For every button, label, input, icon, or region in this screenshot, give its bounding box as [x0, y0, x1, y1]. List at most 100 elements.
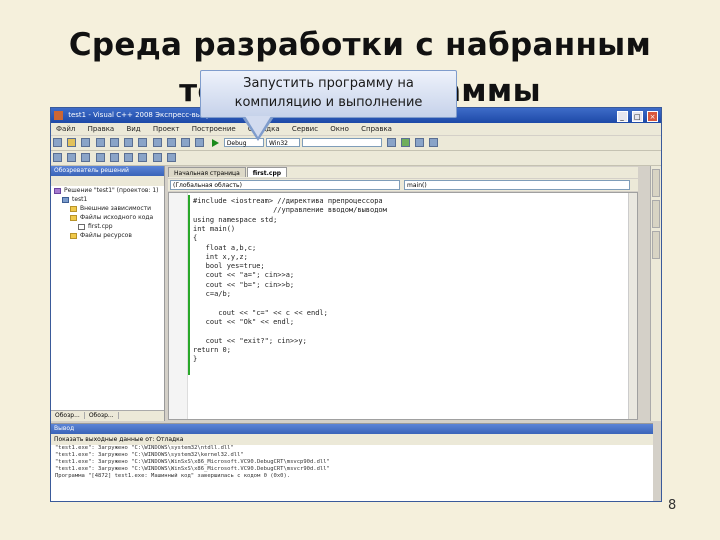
code-line: } — [193, 355, 198, 364]
editor-gutter — [169, 193, 188, 419]
navigate-back-icon[interactable] — [181, 138, 191, 147]
output-line: "test1.exe": Загружено "C:\WINDOWS\syste… — [55, 445, 234, 451]
code-line: int main() — [193, 224, 236, 233]
output-header: Вывод — [51, 424, 653, 434]
menu-window[interactable]: Окно — [325, 123, 354, 135]
tree-item-label: Файлы ресурсов — [80, 232, 132, 239]
tree-item-label: Файлы исходного кода — [80, 214, 154, 221]
page-number: 8 — [668, 498, 677, 513]
output-line: "test1.exe": Загружено "C:\WINDOWS\WinSx… — [55, 466, 330, 472]
menu-project[interactable]: Проект — [148, 123, 185, 135]
output-panel: Вывод Показать выходные данные от: Отлад… — [51, 423, 653, 501]
tree-item[interactable]: Файлы исходного кода — [51, 213, 164, 222]
find-combo[interactable] — [302, 138, 383, 147]
panel-tabs: Обозр... Обозр... — [51, 410, 164, 421]
menu-edit[interactable]: Правка — [83, 123, 120, 135]
next-bookmark-icon[interactable] — [166, 153, 176, 162]
toolbar2-icon-3[interactable] — [81, 153, 91, 162]
code-editor[interactable]: #include <iostream> //директива препроце… — [168, 192, 638, 420]
app-icon — [54, 111, 63, 120]
uncomment-icon[interactable] — [138, 153, 148, 162]
code-line: cout << "a="; cin>>a; — [193, 271, 295, 280]
editor-scrollbar[interactable] — [628, 193, 637, 419]
standard-toolbar: Debug Win32 — [51, 136, 661, 151]
solution-explorer-panel: Обозреватель решений Решение "test1" (пр… — [51, 166, 165, 421]
tab-first-cpp[interactable]: first.cpp — [246, 167, 288, 177]
solution-explorer-header: Обозреватель решений — [51, 166, 164, 176]
code-line: { — [193, 234, 198, 243]
code-line: cout << "c=" << c << endl; — [193, 308, 328, 317]
tab-start-page[interactable]: Начальная страница — [168, 167, 246, 177]
tooltip-line2: компиляцию и выполнение — [234, 95, 423, 110]
solution-icon — [54, 187, 61, 194]
scope-combo[interactable]: (Глобальная область) — [170, 180, 400, 190]
maximize-button[interactable]: □ — [631, 111, 643, 122]
toolbar2-icon-2[interactable] — [67, 153, 77, 162]
folder-icon — [70, 214, 77, 221]
undo-icon[interactable] — [152, 138, 162, 147]
toolbar2-icon-4[interactable] — [95, 153, 105, 162]
toolbox-tab[interactable] — [652, 169, 660, 197]
menu-help[interactable]: Справка — [356, 123, 397, 135]
close-button[interactable]: × — [647, 111, 658, 122]
tree-item[interactable]: test1 — [51, 195, 164, 204]
output-text: "test1.exe": Загружено "C:\WINDOWS\syste… — [51, 445, 653, 480]
save-all-icon[interactable] — [95, 138, 105, 147]
folder-icon — [70, 205, 77, 212]
solution-tree: Решение "test1" (проектов: 1) test1 Внешни… — [51, 186, 164, 240]
tree-item[interactable]: Файлы ресурсов — [51, 231, 164, 240]
minimize-button[interactable]: _ — [616, 111, 628, 122]
toolbar2-icon-5[interactable] — [109, 153, 119, 162]
ide-window: test1 - Visual C++ 2008 Экспресс-выпуск … — [50, 107, 662, 502]
class-view-tab[interactable] — [652, 231, 660, 259]
menu-view[interactable]: Вид — [121, 123, 145, 135]
comment-icon[interactable] — [124, 153, 134, 162]
tree-item[interactable]: Решение "test1" (проектов: 1) — [51, 186, 164, 195]
code-line: c=a/b; — [193, 290, 231, 298]
properties-tab[interactable] — [652, 200, 660, 228]
start-debugging-icon[interactable] — [211, 139, 219, 147]
new-project-icon[interactable] — [53, 138, 62, 147]
toolbox-icon[interactable] — [429, 138, 439, 147]
slide-title-line1: Среда разработки с набранным — [68, 27, 652, 63]
properties-icon[interactable] — [414, 138, 424, 147]
output-line: "test1.exe": Загружено "C:\WINDOWS\WinSx… — [55, 459, 330, 465]
tree-item[interactable]: first.cpp — [51, 222, 164, 231]
bookmark-icon[interactable] — [152, 153, 162, 162]
code-line: cout << "exit?"; cin>>y; — [193, 336, 307, 345]
panel-tab-class[interactable]: Обозр... — [84, 412, 119, 419]
cpp-file-icon — [78, 223, 85, 230]
toolbar2-icon-1[interactable] — [53, 153, 62, 162]
project-icon — [62, 196, 69, 203]
tree-item-label: Внешние зависимости — [80, 205, 152, 212]
menu-file[interactable]: Файл — [51, 123, 80, 135]
code-line: using namespace std; — [193, 215, 278, 224]
find-icon[interactable] — [386, 138, 396, 147]
change-indicator — [188, 195, 190, 375]
solution-explorer-tools — [51, 176, 164, 186]
save-icon[interactable] — [81, 138, 91, 147]
menu-build[interactable]: Построение — [187, 123, 241, 135]
code-line: bool yes=true; — [193, 262, 265, 271]
output-toolbar: Показать выходные данные от: Отладка — [51, 434, 653, 445]
navigate-forward-icon[interactable] — [195, 138, 205, 147]
solution-explorer-icon[interactable] — [400, 138, 410, 147]
member-combo[interactable]: main() — [404, 180, 630, 190]
tooltip-line1: Запустить программу на — [243, 76, 414, 91]
copy-icon[interactable] — [124, 138, 134, 147]
tooltip-pointer-fill — [245, 116, 271, 137]
window-title: test1 - Visual C++ 2008 Экспресс-выпуск — [68, 111, 219, 119]
menu-bar: Файл Правка Вид Проект Построение Отладк… — [51, 123, 661, 135]
paste-icon[interactable] — [138, 138, 148, 147]
text-editor-toolbar — [51, 151, 661, 166]
menu-tools[interactable]: Сервис — [287, 123, 323, 135]
open-file-icon[interactable] — [67, 138, 77, 147]
tree-item-label: first.cpp — [88, 223, 113, 230]
cut-icon[interactable] — [109, 138, 119, 147]
code-line: cout << "Ok" << endl; — [193, 317, 295, 326]
panel-tab-solution[interactable]: Обозр... — [51, 412, 85, 419]
code-line: cout << "b="; cin>>b; — [193, 280, 295, 289]
tree-item[interactable]: Внешние зависимости — [51, 204, 164, 213]
redo-icon[interactable] — [166, 138, 176, 147]
code-line: int x,y,z; — [193, 252, 248, 261]
